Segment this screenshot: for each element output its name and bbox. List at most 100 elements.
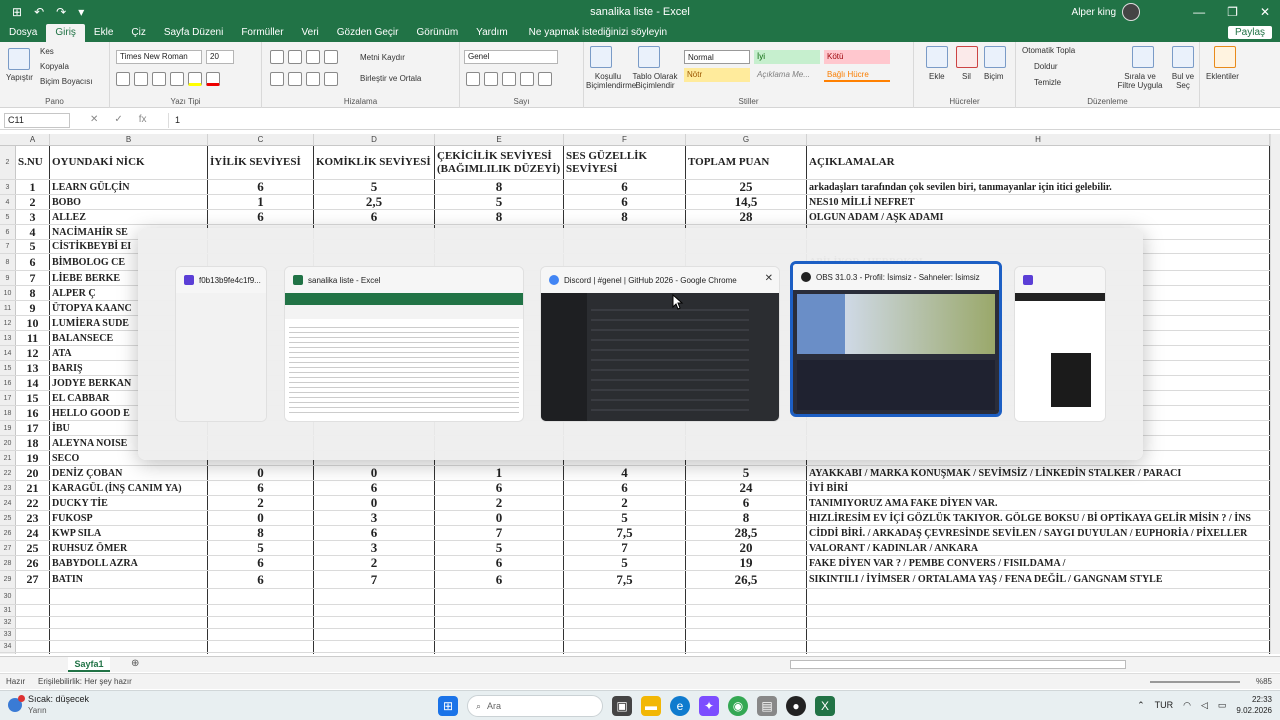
cell[interactable] [435,617,564,628]
cell[interactable]: OLGUN ADAM / AŞK ADAMI [807,210,1270,224]
copy-button[interactable]: Kopyala [40,62,69,71]
insert-cells-icon[interactable] [926,46,948,68]
row-header[interactable]: 24 [0,496,16,510]
cell[interactable] [50,605,208,616]
restore-button[interactable]: ❐ [1227,5,1238,19]
obs-icon[interactable]: ● [786,696,806,716]
column-header[interactable]: A [16,134,50,146]
cell[interactable]: 8 [208,526,314,540]
format-cells-icon[interactable] [984,46,1006,68]
excel-icon[interactable]: X [815,696,835,716]
style-explanatory[interactable]: Açıklama Me... [754,68,820,82]
cell[interactable]: 9 [16,301,50,315]
cell[interactable]: 7 [564,541,686,555]
cell[interactable]: 23 [16,511,50,525]
cell[interactable]: 5 [435,195,564,209]
row-header[interactable]: 28 [0,556,16,570]
row-header[interactable]: 16 [0,376,16,390]
switcher-card-obs[interactable]: OBS 31.0.3 - Profil: İsimsiz - Sahneler:… [790,261,1002,417]
cell[interactable]: 6 [208,481,314,495]
cell[interactable]: 14 [16,376,50,390]
cell[interactable]: DENİZ ÇOBAN [50,466,208,480]
customize-quick-access-icon[interactable]: ▾ [78,5,84,19]
sheet-tab[interactable]: Sayfa1 [68,657,110,672]
cell[interactable]: 6 [208,210,314,224]
cell[interactable] [564,653,686,654]
cell[interactable]: BOBO [50,195,208,209]
cell[interactable] [435,641,564,652]
row-header[interactable]: 25 [0,511,16,525]
cell[interactable] [564,589,686,604]
row-header[interactable]: 9 [0,271,16,285]
row-header[interactable]: 18 [0,406,16,420]
row-header[interactable]: 13 [0,331,16,345]
user-account[interactable]: Alper king [1072,3,1140,21]
column-header[interactable]: B [50,134,208,146]
save-icon[interactable]: ⊞ [12,5,22,19]
vertical-scrollbar[interactable] [1270,134,1280,654]
cell[interactable] [208,605,314,616]
cell[interactable]: 6 [314,210,435,224]
delete-cells-icon[interactable] [956,46,978,68]
clock[interactable]: 22:33 9.02.2026 [1236,694,1272,716]
row-header[interactable]: 30 [0,589,16,604]
undo-icon[interactable]: ↶ [34,5,44,19]
cell[interactable] [208,641,314,652]
cell[interactable]: 0 [435,511,564,525]
cell[interactable] [314,589,435,604]
redo-icon[interactable]: ↷ [56,5,66,19]
column-header[interactable]: D [314,134,435,146]
cell[interactable]: CİDDİ BİRİ. / ARKADAŞ ÇEVRESİNDE SEVİLEN… [807,526,1270,540]
align-right-icon[interactable] [306,72,320,86]
cell[interactable] [807,605,1270,616]
cell[interactable]: ALLEZ [50,210,208,224]
cell[interactable] [686,605,807,616]
accessibility-status[interactable]: Erişilebilirlik: Her şey hazır [38,677,132,686]
cell[interactable]: 5 [564,556,686,570]
increase-decimal-icon[interactable] [520,72,534,86]
format-painter-button[interactable]: Biçim Boyacısı [40,77,92,86]
avatar[interactable] [1122,3,1140,21]
cell[interactable] [686,629,807,640]
cell[interactable] [50,589,208,604]
row-header[interactable]: 5 [0,210,16,224]
cell[interactable]: 5 [314,180,435,194]
cell[interactable]: LEARN GÜLÇİN [50,180,208,194]
cell[interactable]: FUKOSP [50,511,208,525]
cell[interactable]: 27 [16,571,50,588]
minimize-button[interactable]: — [1193,5,1205,19]
cell[interactable]: 6 [208,180,314,194]
cell[interactable]: 6 [435,481,564,495]
formula-input[interactable]: 1 [168,113,1276,128]
column-title[interactable]: TOPLAM PUAN [686,146,807,179]
cell[interactable]: 2 [564,496,686,510]
row-header[interactable]: 15 [0,361,16,375]
column-title[interactable]: AÇIKLAMALAR [807,146,1270,179]
style-linked-cell[interactable]: Bağlı Hücre [824,68,890,82]
switcher-card-other[interactable] [1014,266,1106,422]
file-explorer-icon[interactable]: ▬ [641,696,661,716]
cell[interactable]: 7 [435,526,564,540]
cell[interactable]: 15 [16,391,50,405]
fill-button[interactable]: Doldur [1034,62,1058,71]
tab-giris[interactable]: Giriş [46,24,85,42]
close-button[interactable]: ✕ [1260,5,1270,19]
cell[interactable]: 5 [16,240,50,253]
cell[interactable]: AYAKKABI / MARKA KONUŞMAK / SEVİMSİZ / L… [807,466,1270,480]
row-header[interactable]: 32 [0,617,16,628]
cell[interactable]: 19 [16,451,50,465]
cell[interactable]: BABYDOLL AZRA [50,556,208,570]
cell[interactable]: RUHSUZ ÖMER [50,541,208,555]
indent-icon[interactable] [324,72,338,86]
cell[interactable]: VALORANT / KADINLAR / ANKARA [807,541,1270,555]
cell[interactable]: 5 [564,511,686,525]
cell[interactable]: 8 [686,511,807,525]
cell[interactable]: 1 [435,466,564,480]
comma-icon[interactable] [502,72,516,86]
start-icon[interactable]: ⊞ [438,696,458,716]
style-neutral[interactable]: Nötr [684,68,750,82]
row-header[interactable]: 35 [0,653,16,654]
cell[interactable]: 6 [564,481,686,495]
switcher-card-excel[interactable]: sanalika liste - Excel [284,266,524,422]
merge-center-button[interactable]: Birleştir ve Ortala [360,74,421,83]
